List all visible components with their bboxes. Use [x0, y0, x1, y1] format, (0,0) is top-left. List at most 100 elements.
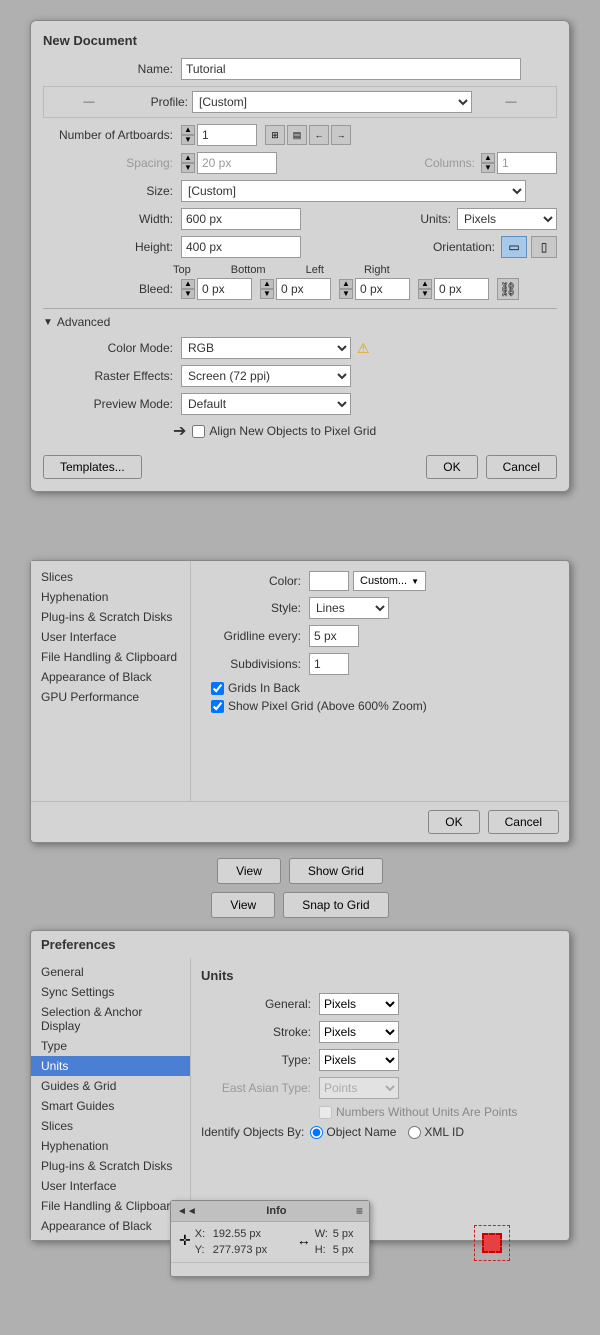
bleed-top-down[interactable]: ▼ [181, 289, 195, 299]
spacing-up[interactable]: ▲ [181, 153, 195, 163]
raster-select[interactable]: Screen (72 ppi) [181, 365, 351, 387]
new-document-dialog: New Document Name: — Profile: [Custom] —… [30, 20, 570, 492]
grid-color-btn[interactable]: Custom... ▼ [353, 571, 426, 591]
columns-arrows[interactable]: ▲ ▼ [481, 153, 495, 173]
bleed-bottom-up[interactable]: ▲ [260, 279, 274, 289]
pref-item-appearance[interactable]: Appearance of Black [31, 1216, 190, 1236]
cancel-button[interactable]: Cancel [486, 455, 557, 479]
pref-item-guides[interactable]: Guides & Grid [31, 1076, 190, 1096]
columns-up[interactable]: ▲ [481, 153, 495, 163]
info-xy-col: X: 192.55 px Y: 277.973 px [195, 1228, 273, 1256]
sidebar-item-plugins[interactable]: Plug-ins & Scratch Disks [31, 607, 190, 627]
width-input[interactable] [181, 208, 301, 230]
pref-item-sync[interactable]: Sync Settings [31, 982, 190, 1002]
pref-item-hyphenation[interactable]: Hyphenation [31, 1136, 190, 1156]
pref-item-file[interactable]: File Handling & Clipboard [31, 1196, 190, 1216]
sidebar-item-file-handling[interactable]: File Handling & Clipboard [31, 647, 190, 667]
grid-ok-button[interactable]: OK [428, 810, 479, 834]
bleed-row: Bleed: ▲ ▼ ▲ ▼ [43, 278, 557, 300]
info-x-value: 192.55 px [213, 1228, 273, 1240]
bleed-left-down[interactable]: ▼ [339, 289, 353, 299]
bleed-top-group: ▲ ▼ [181, 278, 252, 300]
spacing-spinner: ▲ ▼ [181, 152, 277, 174]
artboards-arrows[interactable]: ▲ ▼ [181, 125, 195, 145]
color-mode-select[interactable]: RGB [181, 337, 351, 359]
bleed-left-up[interactable]: ▲ [339, 279, 353, 289]
profile-select[interactable]: [Custom] [192, 91, 472, 113]
show-pixel-grid-checkbox[interactable] [211, 700, 224, 713]
snap-to-grid-button[interactable]: Snap to Grid [283, 892, 388, 918]
landscape-btn[interactable]: ▯ [531, 236, 557, 258]
info-y-label: Y: [195, 1244, 209, 1256]
grids-in-back-checkbox[interactable] [211, 682, 224, 695]
bleed-right-up[interactable]: ▲ [418, 279, 432, 289]
artboards-down[interactable]: ▼ [181, 135, 195, 145]
artboards-up[interactable]: ▲ [181, 125, 195, 135]
spacing-down[interactable]: ▼ [181, 163, 195, 173]
name-input[interactable] [181, 58, 521, 80]
preview-select[interactable]: Default [181, 393, 351, 415]
bleed-top-arrows[interactable]: ▲ ▼ [181, 279, 195, 299]
orientation-label: Orientation: [433, 240, 495, 254]
sidebar-item-appearance[interactable]: Appearance of Black [31, 667, 190, 687]
portrait-btn[interactable]: ▭ [501, 236, 527, 258]
pref-item-slices[interactable]: Slices [31, 1116, 190, 1136]
pref-item-plugins[interactable]: Plug-ins & Scratch Disks [31, 1156, 190, 1176]
grid-cancel-button[interactable]: Cancel [488, 810, 559, 834]
columns-down[interactable]: ▼ [481, 163, 495, 173]
gridline-input[interactable] [309, 625, 359, 647]
size-select[interactable]: [Custom] [181, 180, 526, 202]
info-panel-menu[interactable]: ≡ [356, 1204, 363, 1218]
templates-button[interactable]: Templates... [43, 455, 142, 479]
bleed-right-input[interactable] [434, 278, 489, 300]
artboard-right-icon[interactable]: → [331, 125, 351, 145]
pref-item-units[interactable]: Units [31, 1056, 190, 1076]
units-select[interactable]: Pixels [457, 208, 557, 230]
pref-item-smart-guides[interactable]: Smart Guides [31, 1096, 190, 1116]
align-checkbox[interactable] [192, 425, 205, 438]
bleed-bottom-arrows[interactable]: ▲ ▼ [260, 279, 274, 299]
chain-btn[interactable]: ⛓ [497, 278, 519, 300]
xml-id-option[interactable]: XML ID [408, 1125, 464, 1139]
bleed-left-input[interactable] [355, 278, 410, 300]
sidebar-item-slices[interactable]: Slices [31, 567, 190, 587]
bleed-right-down[interactable]: ▼ [418, 289, 432, 299]
subdivisions-input[interactable] [309, 653, 349, 675]
artboard-row-icon[interactable]: ▤ [287, 125, 307, 145]
artboard-grid-icon[interactable]: ⊞ [265, 125, 285, 145]
pref-item-ui[interactable]: User Interface [31, 1176, 190, 1196]
sidebar-item-hyphenation[interactable]: Hyphenation [31, 587, 190, 607]
sidebar-item-ui[interactable]: User Interface [31, 627, 190, 647]
type-units-select[interactable]: Pixels [319, 1049, 399, 1071]
pref-item-selection[interactable]: Selection & Anchor Display [31, 1002, 190, 1036]
xml-id-radio[interactable] [408, 1126, 421, 1139]
ok-button[interactable]: OK [426, 455, 477, 479]
align-arrow-icon: ➔ [173, 421, 186, 441]
view-button-1[interactable]: View [217, 858, 281, 884]
general-units-select[interactable]: Pixels [319, 993, 399, 1015]
bleed-bottom-input[interactable] [276, 278, 331, 300]
spacing-arrows[interactable]: ▲ ▼ [181, 153, 195, 173]
bleed-left-arrows[interactable]: ▲ ▼ [339, 279, 353, 299]
dialog-buttons: Templates... OK Cancel [43, 455, 557, 479]
bleed-top-up[interactable]: ▲ [181, 279, 195, 289]
info-panel-collapse[interactable]: ◄◄ [177, 1206, 197, 1217]
pref-item-general[interactable]: General [31, 962, 190, 982]
show-grid-button[interactable]: Show Grid [289, 858, 383, 884]
object-name-option[interactable]: Object Name [310, 1125, 396, 1139]
advanced-section: ▼ Advanced Color Mode: RGB ⚠ Raster Effe… [43, 308, 557, 441]
pref-item-type[interactable]: Type [31, 1036, 190, 1056]
align-checkbox-label[interactable]: Align New Objects to Pixel Grid [192, 424, 376, 438]
object-name-radio[interactable] [310, 1126, 323, 1139]
bleed-right-arrows[interactable]: ▲ ▼ [418, 279, 432, 299]
artboard-left-icon[interactable]: ← [309, 125, 329, 145]
bleed-top-input[interactable] [197, 278, 252, 300]
grid-style-select[interactable]: Lines [309, 597, 389, 619]
view-button-2[interactable]: View [211, 892, 275, 918]
bleed-bottom-down[interactable]: ▼ [260, 289, 274, 299]
artboards-input[interactable] [197, 124, 257, 146]
advanced-triangle[interactable]: ▼ [43, 317, 53, 328]
height-input[interactable] [181, 236, 301, 258]
stroke-units-select[interactable]: Pixels [319, 1021, 399, 1043]
sidebar-item-gpu[interactable]: GPU Performance [31, 687, 190, 707]
